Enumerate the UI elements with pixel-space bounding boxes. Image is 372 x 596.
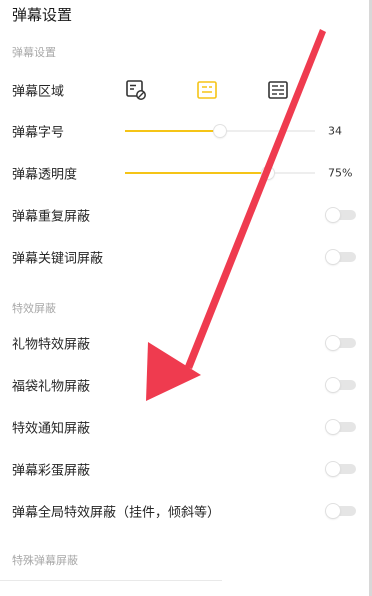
danmaku-area-label: 弹幕区域	[12, 84, 65, 100]
divider	[0, 580, 222, 581]
repeat-block-row: 弹幕重复屏蔽	[0, 194, 372, 236]
font-size-row: 弹幕字号 34	[0, 110, 372, 152]
section-header-danmaku: 弹幕设置	[12, 46, 56, 59]
repeat-block-toggle[interactable]	[326, 208, 356, 222]
danmaku-area-row: 弹幕区域	[0, 69, 372, 111]
lucky-bag-toggle[interactable]	[326, 378, 356, 392]
global-effect-row: 弹幕全局特效屏蔽（挂件，倾斜等）	[0, 490, 372, 532]
lucky-bag-row: 福袋礼物屏蔽	[0, 364, 372, 406]
opacity-row: 弹幕透明度 75%	[0, 152, 372, 194]
opacity-slider[interactable]	[125, 167, 315, 179]
lucky-bag-label: 福袋礼物屏蔽	[12, 379, 91, 395]
slider-fill	[125, 130, 220, 132]
easter-egg-label: 弹幕彩蛋屏蔽	[12, 463, 91, 479]
full-screen-area-icon[interactable]	[267, 79, 289, 101]
repeat-block-label: 弹幕重复屏蔽	[12, 209, 91, 225]
page-title: 弹幕设置	[12, 6, 73, 24]
keyword-block-row: 弹幕关键词屏蔽	[0, 236, 372, 278]
gift-effect-row: 礼物特效屏蔽	[0, 322, 372, 364]
font-size-label: 弹幕字号	[12, 125, 65, 141]
effect-notice-label: 特效通知屏蔽	[12, 421, 91, 437]
global-effect-toggle[interactable]	[326, 504, 356, 518]
opacity-label: 弹幕透明度	[12, 167, 78, 183]
gift-effect-label: 礼物特效屏蔽	[12, 337, 91, 353]
slider-fill	[125, 172, 268, 174]
effect-notice-row: 特效通知屏蔽	[0, 406, 372, 448]
global-effect-label: 弹幕全局特效屏蔽（挂件，倾斜等）	[12, 505, 221, 521]
section-header-effects: 特效屏蔽	[12, 302, 56, 315]
opacity-value: 75%	[328, 166, 353, 180]
slider-thumb[interactable]	[214, 125, 226, 137]
screen-area-disabled-icon[interactable]	[125, 79, 147, 101]
slider-thumb[interactable]	[261, 167, 274, 179]
effect-notice-toggle[interactable]	[326, 420, 356, 434]
font-size-value: 34	[328, 124, 342, 138]
section-header-special: 特殊弹幕屏蔽	[12, 554, 78, 567]
gift-effect-toggle[interactable]	[326, 336, 356, 350]
keyword-block-toggle[interactable]	[326, 250, 356, 264]
easter-egg-row: 弹幕彩蛋屏蔽	[0, 448, 372, 490]
half-screen-area-icon[interactable]	[196, 79, 218, 101]
font-size-slider[interactable]	[125, 125, 315, 137]
keyword-block-label: 弹幕关键词屏蔽	[12, 251, 104, 267]
easter-egg-toggle[interactable]	[326, 462, 356, 476]
